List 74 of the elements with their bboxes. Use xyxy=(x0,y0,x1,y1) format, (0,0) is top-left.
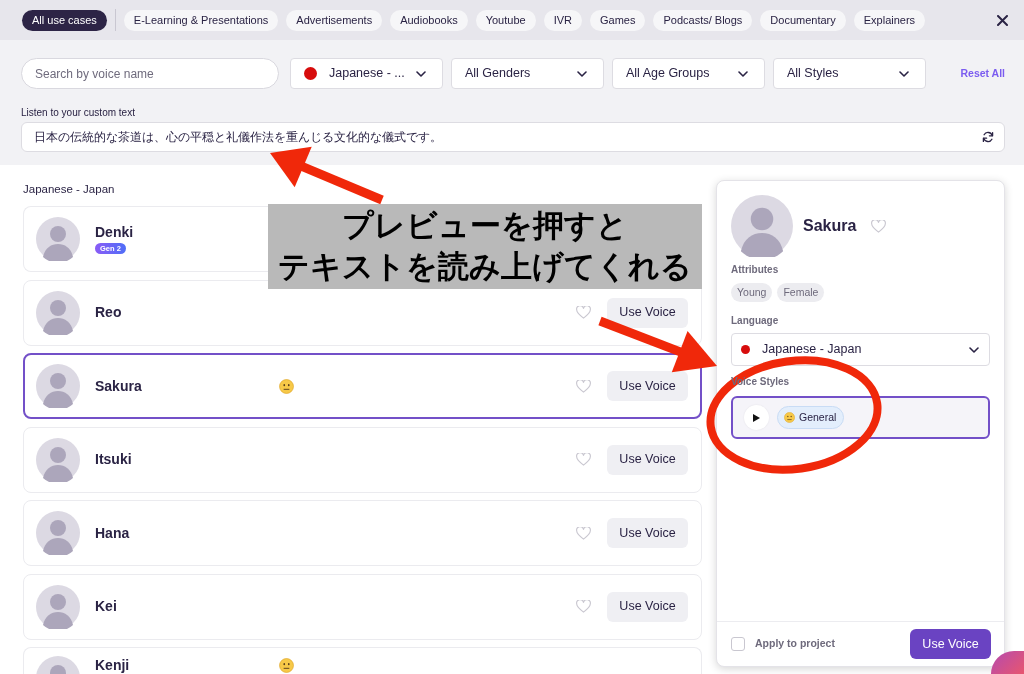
use-voice-button[interactable]: Use Voice xyxy=(607,591,688,622)
voice-card[interactable]: Kenji xyxy=(23,647,702,674)
use-case-tab[interactable]: Documentary xyxy=(760,9,846,31)
avatar-placeholder xyxy=(36,290,80,335)
heart-icon[interactable] xyxy=(576,453,591,466)
attribute-tag: Female xyxy=(777,283,825,302)
language-label: Language xyxy=(731,315,779,327)
voice-card[interactable]: Itsuki Use Voice xyxy=(23,426,702,493)
use-case-tab[interactable]: Advertisements xyxy=(286,9,383,31)
voice-name: Kenji xyxy=(95,657,130,674)
chevron-down-icon xyxy=(969,346,979,353)
use-voice-button[interactable]: Use Voice xyxy=(607,444,688,475)
filter-dropdown[interactable]: All Age Groups xyxy=(612,58,765,89)
voice-card[interactable]: Kei Use Voice xyxy=(23,573,702,640)
use-voice-button[interactable]: Use Voice xyxy=(910,629,991,659)
use-case-tab[interactable]: Explainers xyxy=(853,9,926,31)
dot-icon xyxy=(741,345,750,354)
use-case-tab[interactable]: All use cases xyxy=(22,9,107,31)
attributes-label: Attributes xyxy=(731,264,779,276)
use-case-tab[interactable]: Youtube xyxy=(475,9,536,31)
avatar-placeholder xyxy=(36,364,80,408)
language-dropdown[interactable]: Japanese - Japan xyxy=(731,333,990,366)
close-icon[interactable] xyxy=(997,14,1008,26)
chevron-down-icon xyxy=(416,70,426,77)
voice-name: Denki xyxy=(95,224,134,241)
voice-name: Sakura xyxy=(95,377,142,395)
voice-name: Sakura xyxy=(803,216,857,236)
use-voice-button[interactable]: Use Voice xyxy=(607,371,688,401)
heart-icon[interactable] xyxy=(576,526,591,540)
voice-name: Itsuki xyxy=(95,451,132,468)
filter-dropdown[interactable]: All Styles xyxy=(773,58,926,89)
play-icon[interactable] xyxy=(753,413,760,422)
chevron-down-icon xyxy=(738,70,748,77)
filter-dropdown[interactable]: Japanese - ... xyxy=(290,58,443,89)
play-button[interactable] xyxy=(744,405,769,430)
apply-checkbox[interactable] xyxy=(731,637,745,651)
voice-name: Hana xyxy=(95,524,130,542)
voice-card[interactable]: Hana Use Voice xyxy=(23,500,702,566)
avatar-placeholder xyxy=(36,437,80,482)
reset-all-link[interactable]: Reset All xyxy=(960,65,1005,82)
refresh-icon[interactable] xyxy=(982,131,994,143)
avatar-placeholder xyxy=(731,195,793,257)
avatar-placeholder xyxy=(36,584,80,629)
voice-card[interactable]: Sakura Use Voice xyxy=(23,353,702,419)
voice-style-row[interactable]: General xyxy=(731,396,990,439)
use-case-tab[interactable]: Audiobooks xyxy=(390,9,468,31)
annotation-text: プレビューを押すと xyxy=(342,206,628,245)
heart-icon[interactable] xyxy=(576,306,591,319)
avatar-placeholder xyxy=(36,511,80,555)
use-case-tab[interactable]: E-Learning & Presentations xyxy=(123,9,279,31)
heart-icon[interactable] xyxy=(576,600,591,613)
use-case-tab[interactable]: Games xyxy=(590,9,646,31)
filter-dropdown[interactable]: All Genders xyxy=(451,58,604,89)
neutral-face-icon xyxy=(784,412,795,423)
heart-icon[interactable] xyxy=(871,219,887,233)
use-case-tab[interactable]: Podcasts/ Blogs xyxy=(653,9,753,31)
search-input[interactable]: Search by voice name xyxy=(21,58,279,89)
heart-icon[interactable] xyxy=(576,379,591,393)
section-heading: Japanese - Japan xyxy=(23,182,115,197)
avatar-placeholder xyxy=(36,656,80,674)
avatar-placeholder xyxy=(36,217,80,261)
chevron-down-icon xyxy=(577,70,587,77)
attribute-tag: Young xyxy=(731,283,773,302)
custom-text-input[interactable]: 日本の伝統的な茶道は、心の平穏と礼儀作法を重んじる文化的な儀式です。 xyxy=(21,122,1005,152)
style-chip[interactable]: General xyxy=(777,406,845,429)
apply-to-project-label: Apply to project xyxy=(755,636,835,652)
custom-text-label: Listen to your custom text xyxy=(21,107,135,119)
use-case-tab[interactable]: IVR xyxy=(543,9,582,31)
voice-name: Reo xyxy=(95,304,122,321)
voice-name: Kei xyxy=(95,598,117,615)
use-voice-button[interactable]: Use Voice xyxy=(607,297,688,328)
use-voice-button[interactable]: Use Voice xyxy=(607,518,688,548)
chevron-down-icon xyxy=(899,70,909,77)
dot-icon xyxy=(304,67,317,80)
